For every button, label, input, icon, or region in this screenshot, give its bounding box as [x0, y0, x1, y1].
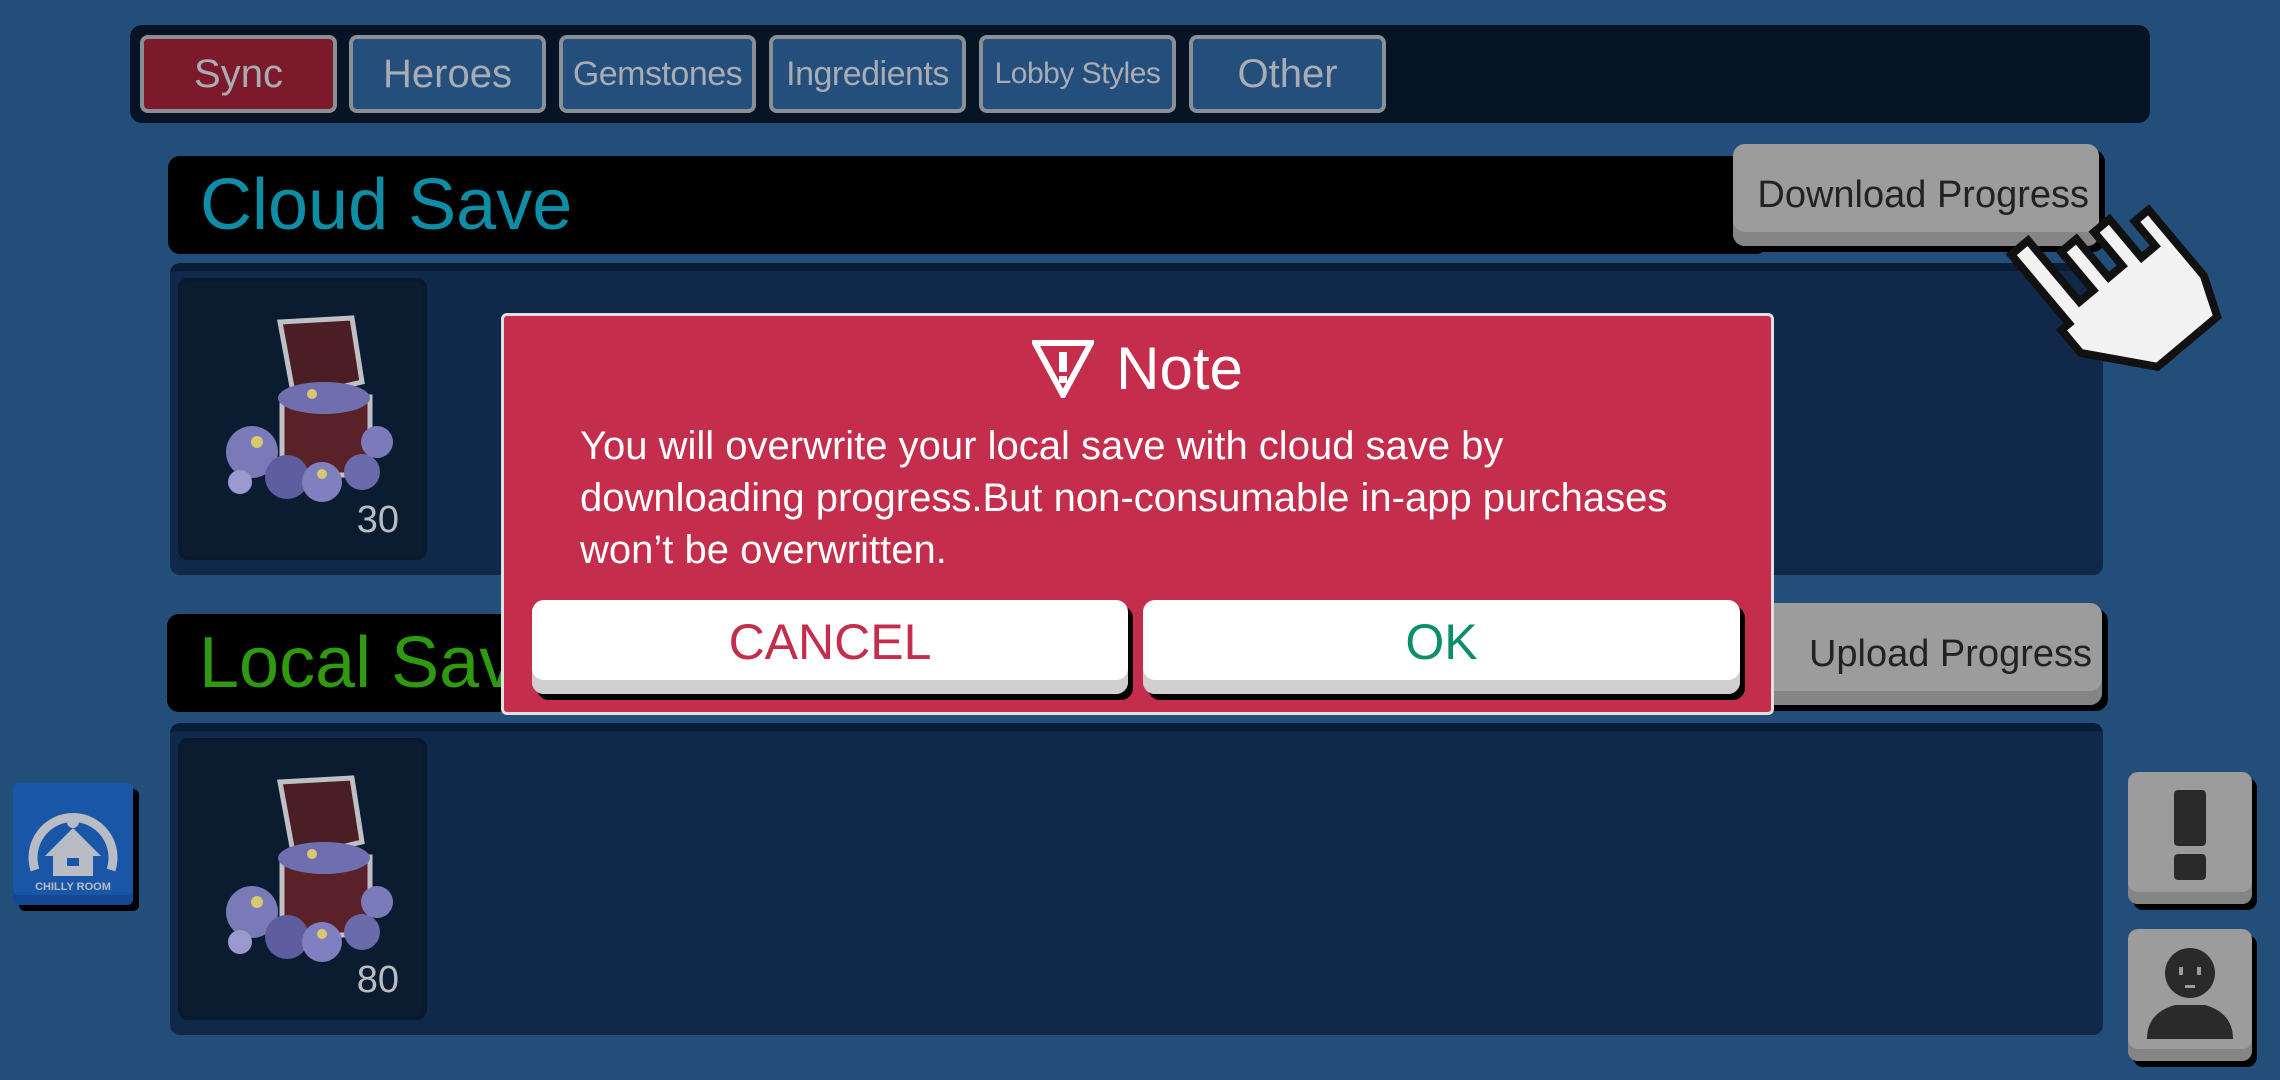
- ok-button[interactable]: OK: [1143, 600, 1740, 694]
- tab-other[interactable]: Other: [1189, 35, 1386, 113]
- ok-label: OK: [1405, 614, 1478, 670]
- cloud-gem-chest-slot: 30: [178, 278, 427, 560]
- tab-gemstones[interactable]: Gemstones: [559, 35, 756, 113]
- local-gem-count: 80: [356, 959, 399, 1001]
- tab-heroes[interactable]: Heroes: [349, 35, 546, 113]
- cloud-save-header: Cloud Save: [168, 156, 1768, 254]
- cloud-save-title: Cloud Save: [200, 165, 573, 245]
- cloud-gem-count: 30: [356, 499, 399, 541]
- chilly-room-logo-button[interactable]: CHILLY ROOM: [13, 783, 133, 905]
- cancel-button[interactable]: CANCEL: [532, 600, 1128, 694]
- logo-text: CHILLY ROOM: [35, 881, 111, 893]
- dialog-message: You will overwrite your local save with …: [580, 424, 1668, 572]
- cancel-label: CANCEL: [728, 614, 932, 670]
- chilly-room-logo-icon: CHILLY ROOM: [28, 813, 118, 893]
- local-save-panel: [170, 723, 2103, 1035]
- note-dialog: Note You will overwrite your local save …: [501, 313, 1774, 715]
- notice-button[interactable]: [2128, 772, 2252, 904]
- gem-chest-icon: [226, 775, 393, 962]
- person-icon: [2147, 948, 2233, 1039]
- gem-chest-icon: [226, 315, 393, 502]
- exclamation-icon: [2174, 790, 2206, 880]
- profile-button[interactable]: [2128, 929, 2252, 1061]
- tab-sync[interactable]: Sync: [140, 35, 337, 113]
- upload-progress-label: Upload Progress: [1808, 632, 2092, 675]
- download-progress-label: Download Progress: [1757, 173, 2089, 216]
- download-progress-button[interactable]: Download Progress: [1733, 144, 2099, 246]
- tab-lobby-styles[interactable]: Lobby Styles: [979, 35, 1176, 113]
- tab-ingredients[interactable]: Ingredients: [769, 35, 966, 113]
- upload-progress-button[interactable]: Upload Progress: [1733, 603, 2102, 705]
- local-gem-chest-slot: 80: [178, 738, 427, 1020]
- dialog-title: Note: [1116, 335, 1243, 402]
- dialog-title-row: Note: [504, 334, 1771, 403]
- warning-triangle-icon: [1032, 339, 1095, 398]
